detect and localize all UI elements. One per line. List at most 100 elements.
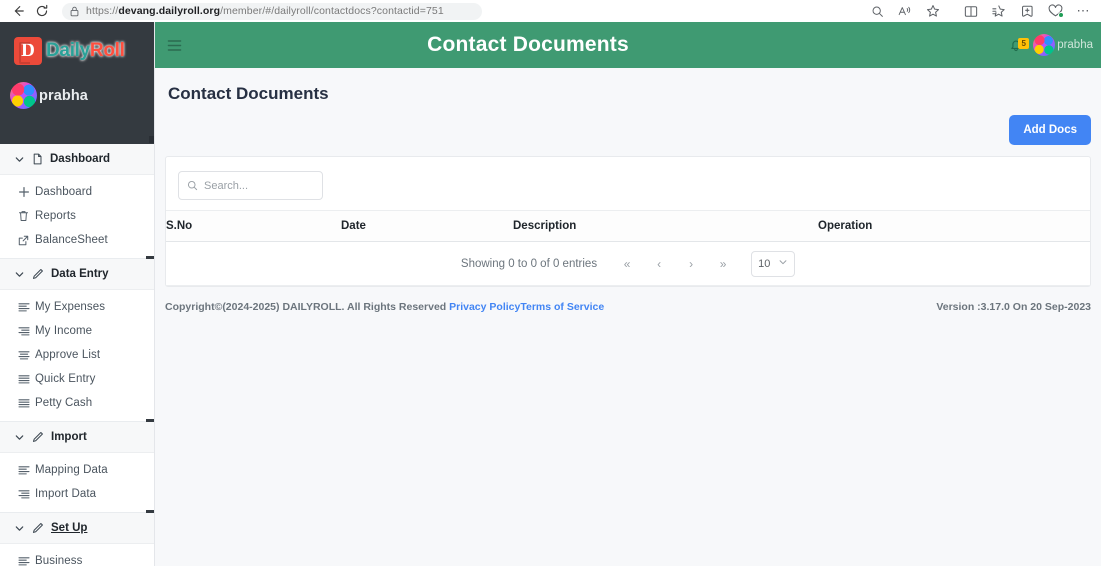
search-box[interactable]	[178, 171, 323, 200]
pencil-icon	[32, 522, 44, 534]
sidebar-user-name: prabha	[39, 87, 88, 104]
sidebar-item-dashboard[interactable]: Dashboard	[0, 180, 154, 204]
chevron-down-icon	[778, 257, 788, 270]
sidebar-item-label: Approve List	[35, 349, 101, 361]
plus-icon	[18, 186, 35, 198]
sidebar-item-business[interactable]: Business	[0, 549, 154, 566]
browser-essentials-icon[interactable]	[1041, 0, 1069, 22]
sidebar-header: D DailyRoll prabha	[0, 22, 154, 144]
notification-badge: 5	[1018, 37, 1030, 49]
terms-of-service-link[interactable]: Terms of Service	[520, 301, 604, 313]
main-content: Contact Documents 5 prabha Contact Docum…	[155, 22, 1101, 566]
sidebar-item-label: Business	[35, 555, 83, 566]
documents-table: S.No Date Description Operation	[166, 210, 1090, 242]
sidebar-item-mapping-data[interactable]: Mapping Data	[0, 458, 154, 482]
add-to-collections-icon[interactable]	[1013, 0, 1041, 22]
align-left-icon	[18, 302, 35, 312]
add-docs-button[interactable]: Add Docs	[1009, 115, 1091, 145]
collections-icon[interactable]	[985, 0, 1013, 22]
chevron-down-icon	[14, 269, 25, 280]
align-left-icon	[18, 556, 35, 566]
column-header-sno[interactable]: S.No	[166, 210, 341, 242]
brand-badge-icon: D	[14, 37, 42, 65]
pencil-icon	[32, 431, 44, 443]
sidebar-item-approve-list[interactable]: Approve List	[0, 343, 154, 367]
sidebar-section-header-dashboard[interactable]: Dashboard	[0, 144, 154, 175]
table-header-row: S.No Date Description Operation	[166, 210, 1090, 242]
brand-logo[interactable]: D DailyRoll	[0, 28, 154, 74]
sidebar-section-dashboard: Dashboard Dashboard Reports BalanceSheet	[0, 144, 154, 261]
page-title: Contact Documents	[168, 84, 329, 103]
sidebar-item-my-expenses[interactable]: My Expenses	[0, 295, 154, 319]
hamburger-menu-icon[interactable]	[167, 39, 182, 52]
sidebar-section-header-setup[interactable]: Set Up	[0, 513, 154, 544]
align-center-icon	[18, 350, 35, 360]
column-header-operation[interactable]: Operation	[818, 210, 1090, 242]
sidebar-item-quick-entry[interactable]: Quick Entry	[0, 367, 154, 391]
align-right-icon	[18, 326, 35, 336]
address-bar[interactable]: https://devang.dailyroll.org/member/#/da…	[62, 2, 482, 20]
sidebar: D DailyRoll prabha Dashboard Dashboard R…	[0, 22, 155, 566]
privacy-policy-link[interactable]: Privacy Policy	[449, 301, 520, 313]
split-screen-icon[interactable]	[957, 0, 985, 22]
refresh-button[interactable]	[30, 1, 54, 21]
sidebar-section-label: Dashboard	[50, 153, 111, 165]
sidebar-item-label: My Expenses	[35, 301, 106, 313]
external-link-icon	[18, 235, 35, 246]
sidebar-section-header-import[interactable]: Import	[0, 422, 154, 453]
sidebar-item-import-data[interactable]: Import Data	[0, 482, 154, 506]
documents-card: S.No Date Description Operation Showing …	[165, 156, 1091, 287]
sidebar-item-petty-cash[interactable]: Petty Cash	[0, 391, 154, 415]
user-menu[interactable]: prabha	[1033, 34, 1093, 56]
pagination-last-button[interactable]: »	[707, 251, 739, 277]
sidebar-section-data-entry: Data Entry My Expenses My Income Approve…	[0, 259, 154, 424]
sidebar-item-reports[interactable]: Reports	[0, 204, 154, 228]
column-header-description[interactable]: Description	[513, 210, 818, 242]
sidebar-items-data-entry: My Expenses My Income Approve List Quick…	[0, 290, 154, 421]
pagination-first-button[interactable]: «	[611, 251, 643, 277]
browser-toolbar-actions: ⋯	[863, 0, 1097, 22]
align-right-icon	[18, 489, 35, 499]
sidebar-item-label: Import Data	[35, 488, 97, 500]
sidebar-section-label: Set Up	[51, 522, 88, 534]
footer: Copyright©(2024-2025) DAILYROLL. All Rig…	[155, 287, 1101, 313]
read-aloud-icon[interactable]	[891, 0, 919, 22]
sidebar-item-label: BalanceSheet	[35, 234, 108, 246]
brand-name-part1: Daily	[46, 40, 90, 61]
brand-name-part2: Roll	[89, 40, 125, 61]
favorite-star-icon[interactable]	[919, 0, 947, 22]
back-button[interactable]	[6, 1, 30, 21]
pagination-info: Showing 0 to 0 of 0 entries	[460, 257, 598, 270]
align-left-icon	[18, 465, 35, 475]
notifications-button[interactable]: 5	[1009, 37, 1030, 53]
settings-more-icon[interactable]: ⋯	[1069, 0, 1097, 22]
sidebar-user[interactable]: prabha	[0, 82, 154, 109]
sidebar-item-my-income[interactable]: My Income	[0, 319, 154, 343]
sidebar-section-setup: Set Up Business	[0, 513, 154, 566]
list-bars-icon	[18, 374, 35, 384]
sidebar-section-header-data-entry[interactable]: Data Entry	[0, 259, 154, 290]
pencil-icon	[32, 268, 44, 280]
chevron-down-icon	[14, 154, 25, 165]
url-text: https://devang.dailyroll.org/member/#/da…	[86, 5, 444, 17]
brand-name: DailyRoll	[46, 40, 125, 62]
search-input[interactable]	[204, 179, 314, 192]
avatar	[1033, 34, 1056, 56]
topbar-user-name: prabha	[1057, 39, 1093, 51]
file-icon	[32, 153, 43, 165]
trash-icon	[18, 210, 35, 222]
lock-icon	[70, 6, 79, 17]
sidebar-section-import: Import Mapping Data Import Data	[0, 422, 154, 515]
page-actions: Add Docs	[155, 104, 1101, 156]
pagination-next-button[interactable]: ›	[675, 251, 707, 277]
sidebar-item-label: Mapping Data	[35, 464, 108, 476]
page-size-select[interactable]: 10	[751, 250, 796, 277]
copyright-text: Copyright©(2024-2025) DAILYROLL. All Rig…	[165, 301, 450, 313]
search-icon	[187, 180, 198, 191]
search-icon[interactable]	[863, 0, 891, 22]
table-header: S.No Date Description Operation	[166, 210, 1090, 242]
pagination-prev-button[interactable]: ‹	[643, 251, 675, 277]
search-row	[166, 157, 1090, 210]
column-header-date[interactable]: Date	[341, 210, 513, 242]
sidebar-item-balancesheet[interactable]: BalanceSheet	[0, 228, 154, 252]
